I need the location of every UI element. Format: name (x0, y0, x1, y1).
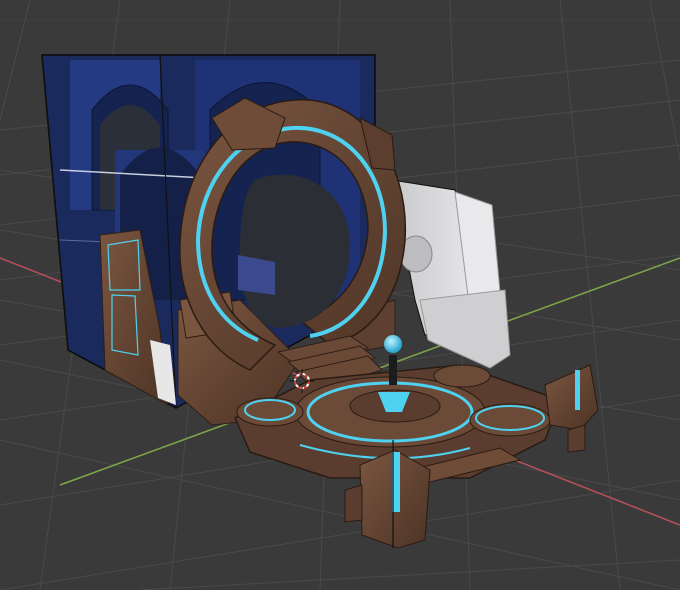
viewport-canvas[interactable] (0, 0, 680, 590)
side-panel-mesh[interactable] (391, 179, 511, 369)
right-pillar[interactable] (544, 364, 599, 453)
3d-viewport[interactable] (0, 0, 680, 590)
